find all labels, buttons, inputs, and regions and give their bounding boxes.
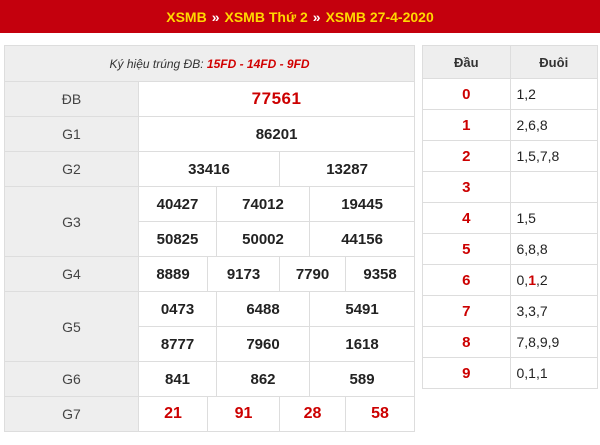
lottery-results-table: Ký hiệu trúng ĐB: 15FD - 14FD - 9FD ĐB 7…	[3, 45, 416, 432]
duoi-cell: 0,1,2	[509, 264, 598, 296]
prize-value-g4: 7790	[279, 256, 346, 292]
prize-value-db: 77561	[137, 81, 416, 117]
breadcrumb-link-xsmb-thu-2[interactable]: XSMB Thứ 2	[225, 9, 308, 25]
dau-cell: 9	[422, 357, 511, 389]
duoi-part: ,2	[535, 272, 548, 288]
prize-value-g4: 9173	[207, 256, 280, 292]
dau-cell: 8	[422, 326, 511, 358]
prize-value-g4: 8889	[138, 256, 208, 292]
prize-value-g5: 6488	[216, 291, 310, 327]
duoi-highlight: 1	[528, 272, 536, 288]
dau-cell: 7	[422, 295, 511, 327]
breadcrumb-separator: »	[211, 8, 220, 25]
breadcrumb: XSMB » XSMB Thứ 2 » XSMB 27-4-2020	[0, 0, 600, 33]
dau-duoi-row: 5 6,8,8	[422, 233, 598, 265]
prize-value-g5: 8777	[138, 326, 217, 362]
dau-cell: 3	[422, 171, 511, 203]
dau-cell: 4	[422, 202, 511, 234]
dau-header: Đầu	[422, 45, 511, 79]
breadcrumb-link-xsmb-date[interactable]: XSMB 27-4-2020	[326, 9, 434, 25]
dau-cell: 1	[422, 109, 511, 141]
duoi-cell: 1,5	[509, 202, 598, 234]
duoi-cell	[509, 171, 598, 203]
prize-value-g6: 589	[308, 361, 416, 397]
dau-duoi-row: 9 0,1,1	[422, 357, 598, 389]
prize-label-g5: G5	[4, 291, 139, 362]
prize-value-g7: 91	[207, 396, 280, 432]
prize-value-g3: 50825	[138, 221, 217, 257]
dau-duoi-row: 8 7,8,9,9	[422, 326, 598, 358]
dau-cell: 5	[422, 233, 511, 265]
prize-value-g5: 1618	[308, 326, 416, 362]
prize-value-g2: 13287	[278, 151, 416, 187]
prize-label-g2: G2	[4, 151, 139, 187]
duoi-header: Đuôi	[509, 45, 598, 79]
prize-label-g7: G7	[4, 396, 139, 432]
prize-value-g1: 86201	[137, 116, 416, 152]
prize-label-g4: G4	[4, 256, 139, 292]
prize-value-g5: 5491	[308, 291, 416, 327]
dau-duoi-table: Đầu Đuôi 0 1,2 1 2,6,8 2 1,5,7,8 3 4 1,5…	[422, 45, 598, 389]
dau-duoi-row: 7 3,3,7	[422, 295, 598, 327]
prize-value-g5: 0473	[138, 291, 217, 327]
dau-cell: 2	[422, 140, 511, 172]
prize-value-g3: 40427	[138, 186, 217, 222]
prize-value-g7: 28	[279, 396, 346, 432]
prize-label-g6: G6	[4, 361, 139, 397]
duoi-part: 0,	[516, 272, 529, 288]
prize-label-g1: G1	[4, 116, 139, 152]
duoi-cell: 6,8,8	[509, 233, 598, 265]
dau-cell: 6	[422, 264, 511, 296]
special-code-label: Ký hiệu trúng ĐB:	[109, 56, 207, 71]
prize-value-g5: 7960	[216, 326, 310, 362]
prize-value-g6: 841	[138, 361, 217, 397]
duoi-cell: 3,3,7	[509, 295, 598, 327]
prize-value-g2: 33416	[138, 151, 280, 187]
prize-value-g7: 21	[138, 396, 208, 432]
dau-duoi-row: 4 1,5	[422, 202, 598, 234]
dau-duoi-row: 6 0,1,2	[422, 264, 598, 296]
dau-duoi-row: 0 1,2	[422, 78, 598, 110]
dau-duoi-row: 1 2,6,8	[422, 109, 598, 141]
duoi-cell: 1,2	[509, 78, 598, 110]
prize-label-db: ĐB	[4, 81, 139, 117]
prize-label-g3: G3	[4, 186, 139, 257]
prize-value-g3: 74012	[216, 186, 310, 222]
prize-value-g3: 19445	[308, 186, 416, 222]
prize-value-g6: 862	[216, 361, 310, 397]
duoi-cell: 7,8,9,9	[509, 326, 598, 358]
dau-cell: 0	[422, 78, 511, 110]
breadcrumb-link-xsmb[interactable]: XSMB	[166, 9, 206, 25]
duoi-cell: 0,1,1	[509, 357, 598, 389]
prize-value-g4: 9358	[344, 256, 416, 292]
duoi-cell: 2,6,8	[509, 109, 598, 141]
breadcrumb-separator: »	[312, 8, 321, 25]
dau-duoi-row: 2 1,5,7,8	[422, 140, 598, 172]
special-codes: 15FD - 14FD - 9FD	[206, 56, 310, 71]
prize-value-g7: 58	[344, 396, 416, 432]
special-code-note: Ký hiệu trúng ĐB: 15FD - 14FD - 9FD	[3, 45, 416, 82]
prize-value-g3: 44156	[308, 221, 416, 257]
prize-value-g3: 50002	[216, 221, 310, 257]
dau-duoi-row: 3	[422, 171, 598, 203]
duoi-cell: 1,5,7,8	[509, 140, 598, 172]
